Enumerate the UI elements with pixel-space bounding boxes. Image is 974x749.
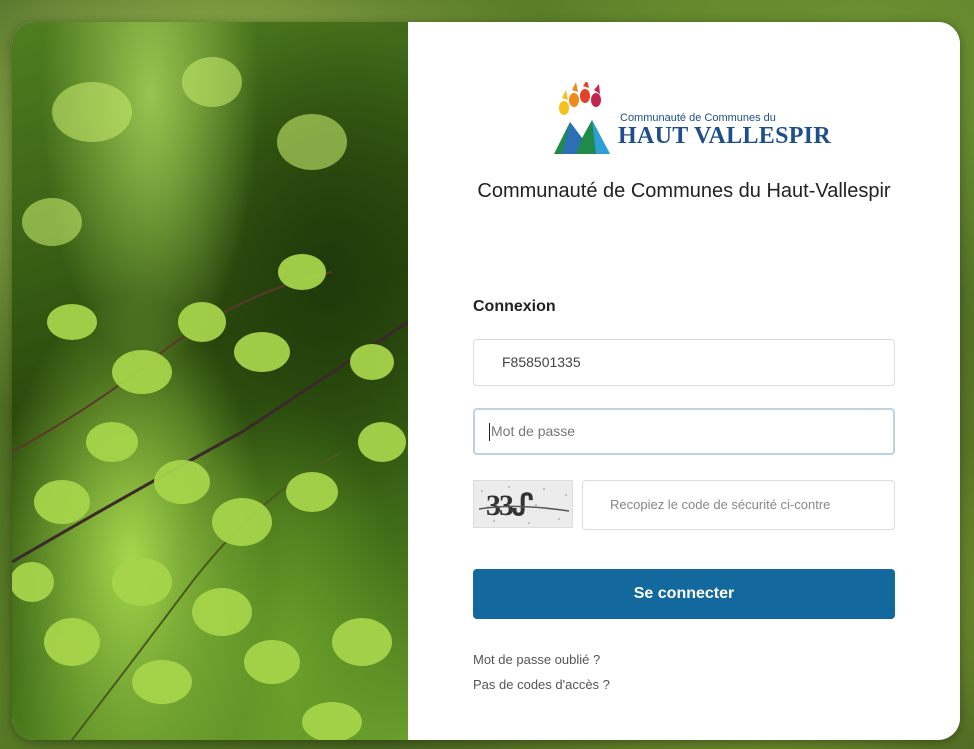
username-input[interactable]: F858501335 bbox=[473, 339, 895, 386]
logo-title: HAUT VALLESPIR bbox=[618, 123, 831, 149]
organization-name: Communauté de Communes du Haut-Vallespir bbox=[477, 180, 891, 202]
login-panel: Communauté de Communes du HAUT VALLESPIR… bbox=[408, 22, 960, 740]
forgot-password-link[interactable]: Mot de passe oublié ? bbox=[473, 652, 600, 667]
text-caret bbox=[489, 423, 490, 442]
fern-photo bbox=[12, 22, 408, 740]
login-card: Communauté de Communes du HAUT VALLESPIR… bbox=[12, 22, 960, 740]
captcha-input[interactable]: Recopiez le code de sécurité ci-contre bbox=[582, 480, 895, 530]
login-button[interactable]: Se connecter bbox=[473, 569, 895, 619]
password-placeholder: Mot de passe bbox=[491, 423, 576, 439]
captcha-image: 33ᔑ bbox=[473, 480, 573, 528]
password-input[interactable]: Mot de passe bbox=[473, 408, 895, 455]
no-access-codes-link[interactable]: Pas de codes d'accès ? bbox=[473, 677, 610, 692]
captcha-text: 33ᔑ bbox=[486, 489, 533, 522]
organization-logo: Communauté de Communes du HAUT VALLESPIR bbox=[552, 82, 831, 162]
login-title: Connexion bbox=[473, 298, 556, 315]
